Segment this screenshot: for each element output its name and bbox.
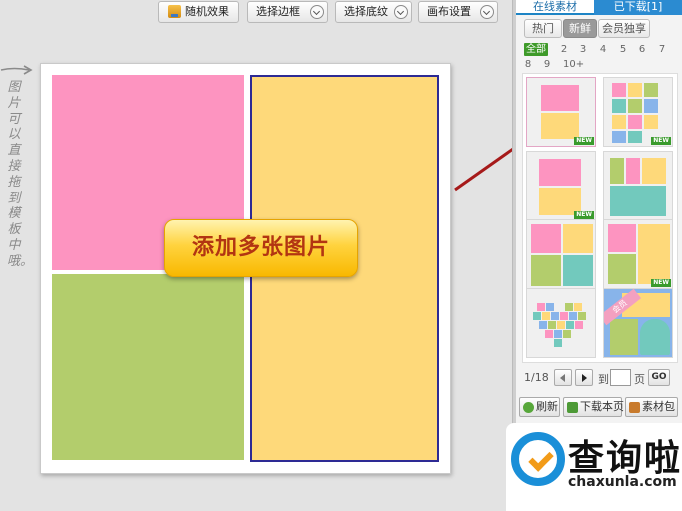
workspace: 随机效果 选择边框 选择底纹 画布设置 图片可以直接拖到模板中哦。 添加多张图片: [0, 0, 512, 511]
choose-border-label: 选择边框: [256, 5, 300, 18]
category-new[interactable]: 新鲜: [563, 19, 597, 38]
canvas-settings-button[interactable]: 画布设置: [418, 1, 498, 23]
download-page-button[interactable]: 下载本页: [563, 397, 624, 417]
choose-border-button[interactable]: 选择边框: [247, 1, 328, 23]
count-filter-9[interactable]: 9: [543, 58, 551, 71]
template-thumb[interactable]: [526, 219, 596, 289]
goto-label: 到: [598, 373, 609, 386]
count-filter-all[interactable]: 全部: [524, 43, 548, 56]
hint-arrow-icon: [0, 65, 33, 75]
template-thumb[interactable]: NEW: [526, 151, 596, 221]
count-filter-7[interactable]: 7: [658, 43, 666, 56]
template-thumb[interactable]: [603, 151, 673, 221]
choose-texture-button[interactable]: 选择底纹: [335, 1, 412, 23]
template-thumb[interactable]: NEW: [603, 219, 673, 289]
canvas-settings-label: 画布设置: [427, 5, 471, 18]
page-indicator: 1/18: [524, 371, 549, 384]
prev-page-button[interactable]: [554, 369, 572, 386]
refresh-icon: [523, 402, 534, 413]
category-hot[interactable]: 热门: [524, 19, 562, 38]
choose-texture-label: 选择底纹: [344, 5, 388, 18]
search-logo-icon: [511, 432, 565, 486]
count-filter-6[interactable]: 6: [638, 43, 646, 56]
refresh-label: 刷新: [536, 400, 558, 413]
material-pack-button[interactable]: 素材包: [625, 397, 678, 417]
page-number-input[interactable]: [610, 369, 631, 386]
category-vip[interactable]: 会员独享: [598, 19, 650, 38]
refresh-button[interactable]: 刷新: [519, 397, 560, 417]
new-badge: NEW: [574, 137, 594, 145]
photo-slot-bottom-left[interactable]: [52, 274, 244, 460]
pagination: 1/18 到 页 GO: [522, 369, 678, 387]
tab-downloaded[interactable]: 已下载[1]: [594, 0, 682, 15]
template-thumb[interactable]: NEW: [526, 77, 596, 147]
count-filter-3[interactable]: 3: [579, 43, 587, 56]
next-page-button[interactable]: [575, 369, 593, 386]
new-badge: NEW: [574, 211, 594, 219]
chevron-down-icon: [480, 5, 494, 19]
panel-tabs: 在线素材 已下载[1]: [516, 0, 682, 15]
template-thumb[interactable]: NEW: [603, 77, 673, 147]
random-effect-label: 随机效果: [185, 5, 229, 18]
download-icon: [567, 402, 578, 413]
page-unit-label: 页: [634, 373, 645, 386]
chevron-down-icon: [394, 5, 408, 19]
package-icon: [629, 402, 640, 413]
template-thumb[interactable]: [526, 288, 596, 358]
go-button[interactable]: GO: [648, 369, 670, 386]
watermark-url: chaxunla.com: [568, 474, 677, 490]
count-filter-5[interactable]: 5: [619, 43, 627, 56]
new-badge: NEW: [651, 137, 671, 145]
count-filter-8[interactable]: 8: [524, 58, 532, 71]
count-filter-2[interactable]: 2: [560, 43, 568, 56]
template-thumb[interactable]: 会员: [603, 288, 673, 358]
watermark: 查询啦 chaxunla.com: [506, 423, 682, 511]
count-filter-4[interactable]: 4: [599, 43, 607, 56]
new-badge: NEW: [651, 279, 671, 287]
add-images-button[interactable]: 添加多张图片: [164, 219, 358, 277]
material-pack-label: 素材包: [642, 400, 675, 413]
chevron-down-icon: [310, 5, 324, 19]
download-page-label: 下载本页: [580, 400, 624, 413]
tab-online-material[interactable]: 在线素材: [516, 0, 594, 15]
magic-icon: [168, 5, 181, 18]
count-filter-10-plus[interactable]: 10+: [563, 58, 584, 71]
drag-hint-text: 图片可以直接拖到模板中哦。: [7, 80, 34, 269]
random-effect-button[interactable]: 随机效果: [158, 1, 239, 23]
template-grid: NEW NEW NEW NEW 会员: [522, 73, 678, 363]
